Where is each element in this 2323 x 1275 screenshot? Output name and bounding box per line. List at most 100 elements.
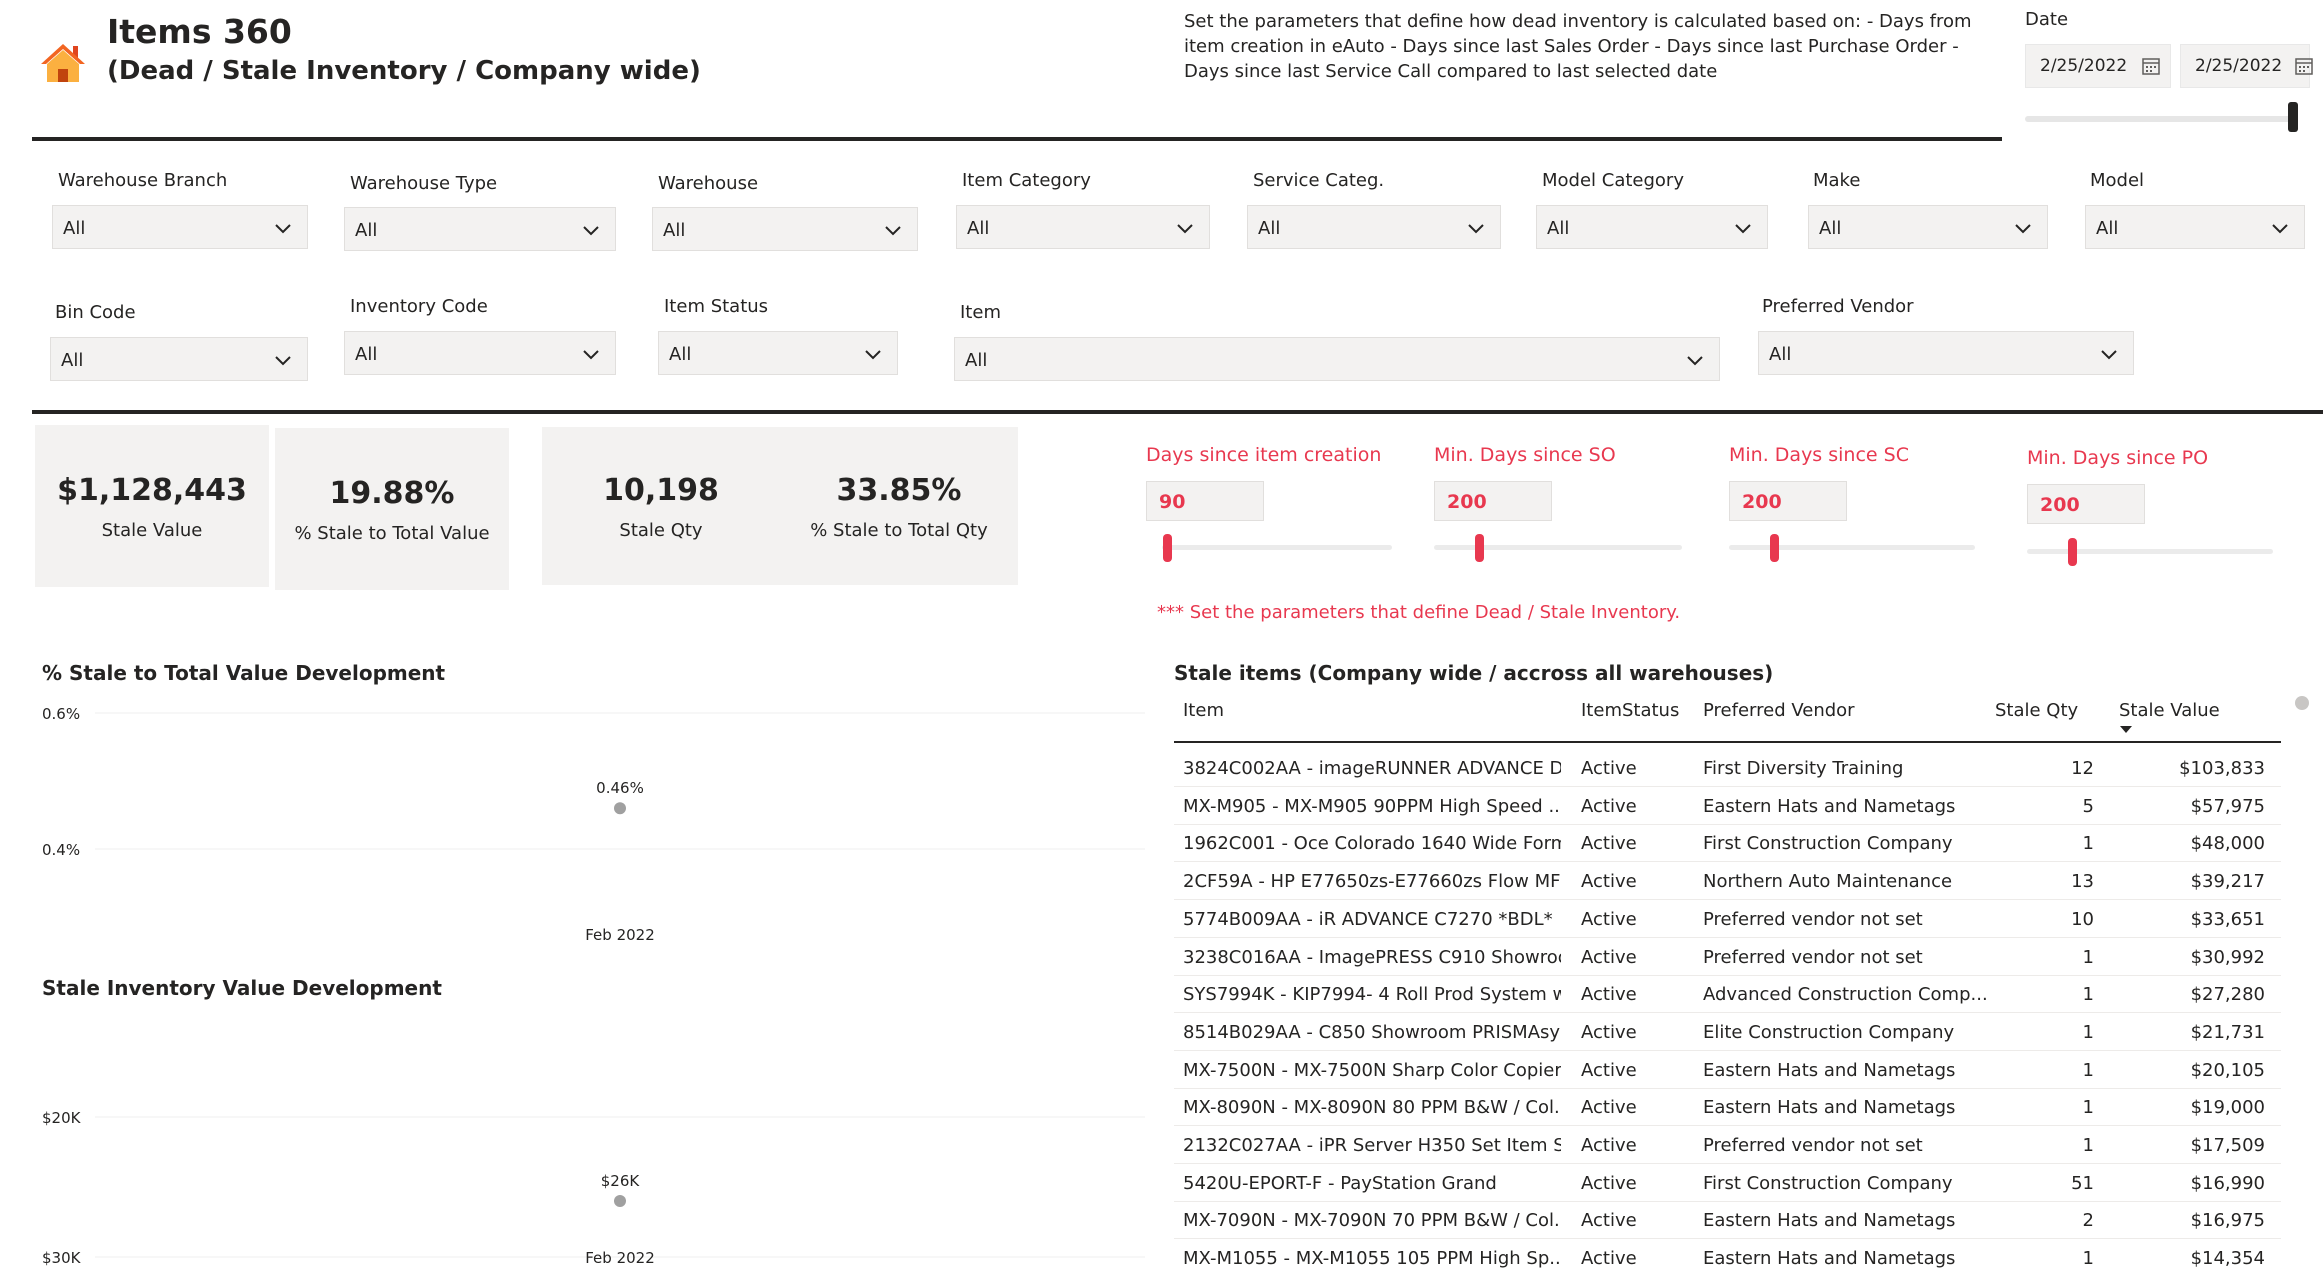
date-slider-track[interactable] <box>2025 116 2295 122</box>
model-category-dropdown[interactable]: All <box>1536 205 1768 249</box>
column-header-stale-value[interactable]: Stale Value <box>2119 700 2220 721</box>
chevron-down-icon <box>583 350 599 360</box>
table-row[interactable]: 3238C016AA - ImagePRESS C910 Showroo... A… <box>1174 938 2281 976</box>
warehouse-type-dropdown[interactable]: All <box>344 207 616 251</box>
cell-item-status: Active <box>1581 833 1637 855</box>
table-row[interactable]: 1962C001 - Oce Colorado 1640 Wide Format… <box>1174 824 2281 863</box>
x-tick-label: Feb 2022 <box>585 1249 655 1267</box>
cell-item-status: Active <box>1581 1059 1637 1081</box>
days-since-creation-slider-handle[interactable] <box>1163 534 1172 562</box>
item-dropdown[interactable]: All <box>954 337 1720 381</box>
cell-stale-value: $27,280 <box>2190 984 2265 1006</box>
column-header-preferred-vendor[interactable]: Preferred Vendor <box>1703 700 1855 721</box>
min-days-po-input[interactable]: 200 <box>2027 484 2145 524</box>
date-slider-handle[interactable] <box>2288 102 2298 132</box>
chevron-down-icon <box>1687 356 1703 366</box>
chevron-down-icon <box>2015 224 2031 234</box>
cell-item-status: Active <box>1581 758 1637 779</box>
table-scrollbar[interactable] <box>2295 696 2309 710</box>
column-header-item[interactable]: Item <box>1183 700 1224 721</box>
warehouse-dropdown[interactable]: All <box>652 207 918 251</box>
days-since-creation-input[interactable]: 90 <box>1146 481 1264 521</box>
item-category-dropdown[interactable]: All <box>956 205 1210 249</box>
inventory-code-dropdown[interactable]: All <box>344 331 616 375</box>
min-days-so-slider[interactable] <box>1434 545 1682 550</box>
chart-title-stale-value: Stale Inventory Value Development <box>42 976 442 1000</box>
days-since-creation-slider[interactable] <box>1162 545 1392 550</box>
cell-stale-qty: 1 <box>2082 833 2094 855</box>
table-row[interactable]: 3824C002AA - imageRUNNER ADVANCE D... Act… <box>1174 749 2281 787</box>
cell-stale-qty: 1 <box>2082 946 2094 968</box>
kpi-pct-stale-qty: 33.85% % Stale to Total Qty <box>780 427 1018 541</box>
cell-stale-value: $57,975 <box>2190 795 2265 817</box>
min-days-sc-slider[interactable] <box>1729 545 1975 550</box>
chevron-down-icon <box>1468 224 1484 234</box>
warehouse-branch-dropdown[interactable]: All <box>52 205 308 249</box>
cell-preferred-vendor: Eastern Hats and Nametags <box>1703 1248 1956 1270</box>
cell-stale-qty: 2 <box>2082 1210 2094 1232</box>
dropdown-value: All <box>1547 218 1570 239</box>
slicer-label-make: Make <box>1813 170 1861 191</box>
table-row[interactable]: 8514B029AA - C850 Showroom PRISMAsyn... A… <box>1174 1013 2281 1051</box>
cell-item: MX-7090N - MX-7090N 70 PPM B&W / Col... <box>1183 1210 1561 1232</box>
table-row[interactable]: MX-M1055 - MX-M1055 105 PPM High Sp... Ac… <box>1174 1239 2281 1275</box>
min-days-sc-input[interactable]: 200 <box>1729 481 1847 521</box>
chevron-down-icon <box>865 350 881 360</box>
service-category-dropdown[interactable]: All <box>1247 205 1501 249</box>
sort-descending-icon[interactable] <box>2120 726 2132 734</box>
column-header-stale-qty[interactable]: Stale Qty <box>1995 700 2078 721</box>
min-days-sc-slider-handle[interactable] <box>1770 534 1779 562</box>
calendar-icon[interactable] <box>2142 57 2160 75</box>
table-row[interactable]: SYS7994K - KIP7994- 4 Roll Prod System w… <box>1174 975 2281 1014</box>
chart-title-pct-stale-value: % Stale to Total Value Development <box>42 661 446 685</box>
dropdown-value: All <box>1769 344 1792 365</box>
table-row[interactable]: 2132C027AA - iPR Server H350 Set Item Sh… <box>1174 1126 2281 1164</box>
cell-item-status: Active <box>1581 795 1637 817</box>
cell-item: 2CF59A - HP E77650zs-E77660zs Flow MFP..… <box>1183 871 1561 893</box>
cell-item: MX-8090N - MX-8090N 80 PPM B&W / Col... <box>1183 1097 1561 1119</box>
data-label: $26K <box>601 1172 641 1190</box>
preferred-vendor-dropdown[interactable]: All <box>1758 331 2134 375</box>
model-dropdown[interactable]: All <box>2085 205 2305 249</box>
bin-code-dropdown[interactable]: All <box>50 337 308 381</box>
x-tick-label: Feb 2022 <box>585 926 655 944</box>
date-to-input[interactable]: 2/25/2022 <box>2180 44 2313 88</box>
calendar-icon[interactable] <box>2295 57 2313 75</box>
cell-stale-value: $19,000 <box>2190 1097 2265 1119</box>
cell-item-status: Active <box>1581 1210 1637 1232</box>
chevron-down-icon <box>583 226 599 236</box>
table-row[interactable]: 5774B009AA - iR ADVANCE C7270 *BDL* Activ… <box>1174 900 2281 938</box>
table-row[interactable]: MX-M905 - MX-M905 90PPM High Speed ... Ac… <box>1174 787 2281 825</box>
min-days-so-input[interactable]: 200 <box>1434 481 1552 521</box>
make-dropdown[interactable]: All <box>1808 205 2048 249</box>
slicer-label-bin-code: Bin Code <box>55 302 136 323</box>
cell-item: 3238C016AA - ImagePRESS C910 Showroo... <box>1183 946 1561 968</box>
dropdown-value: All <box>1258 218 1281 239</box>
min-days-po-slider[interactable] <box>2027 549 2273 554</box>
cell-preferred-vendor: Elite Construction Company <box>1703 1021 1955 1043</box>
y-tick-label: 0.4% <box>42 841 80 859</box>
kpi-label: % Stale to Total Qty <box>810 520 988 541</box>
cell-stale-value: $21,731 <box>2190 1021 2265 1043</box>
dropdown-value: All <box>355 344 378 365</box>
cell-item-status: Active <box>1581 871 1637 893</box>
table-row[interactable]: MX-7090N - MX-7090N 70 PPM B&W / Col... A… <box>1174 1201 2281 1240</box>
table-row[interactable]: MX-8090N - MX-8090N 80 PPM B&W / Col... A… <box>1174 1088 2281 1127</box>
cell-item-status: Active <box>1581 1248 1637 1270</box>
column-header-item-status[interactable]: ItemStatus <box>1581 700 1679 721</box>
table-row[interactable]: MX-7500N - MX-7500N Sharp Color Copier Ac… <box>1174 1051 2281 1089</box>
page-subtitle: (Dead / Stale Inventory / Company wide) <box>107 56 701 86</box>
filters-divider <box>32 410 2323 414</box>
table-row[interactable]: 2CF59A - HP E77650zs-E77660zs Flow MFP..… <box>1174 862 2281 901</box>
min-days-so-slider-handle[interactable] <box>1475 534 1484 562</box>
cell-stale-qty: 1 <box>2082 984 2094 1006</box>
cell-stale-value: $17,509 <box>2190 1135 2265 1156</box>
home-icon[interactable] <box>40 42 86 84</box>
date-from-input[interactable]: 2/25/2022 <box>2025 44 2171 88</box>
min-days-po-slider-handle[interactable] <box>2068 538 2077 566</box>
table-row[interactable]: 5420U-EPORT-F - PayStation Grand Active Fi… <box>1174 1164 2281 1202</box>
parameter-note: *** Set the parameters that define Dead … <box>1157 602 1681 623</box>
param-label-min-days-so: Min. Days since SO <box>1434 444 1616 466</box>
cell-preferred-vendor: Eastern Hats and Nametags <box>1703 1210 1956 1232</box>
item-status-dropdown[interactable]: All <box>658 331 898 375</box>
